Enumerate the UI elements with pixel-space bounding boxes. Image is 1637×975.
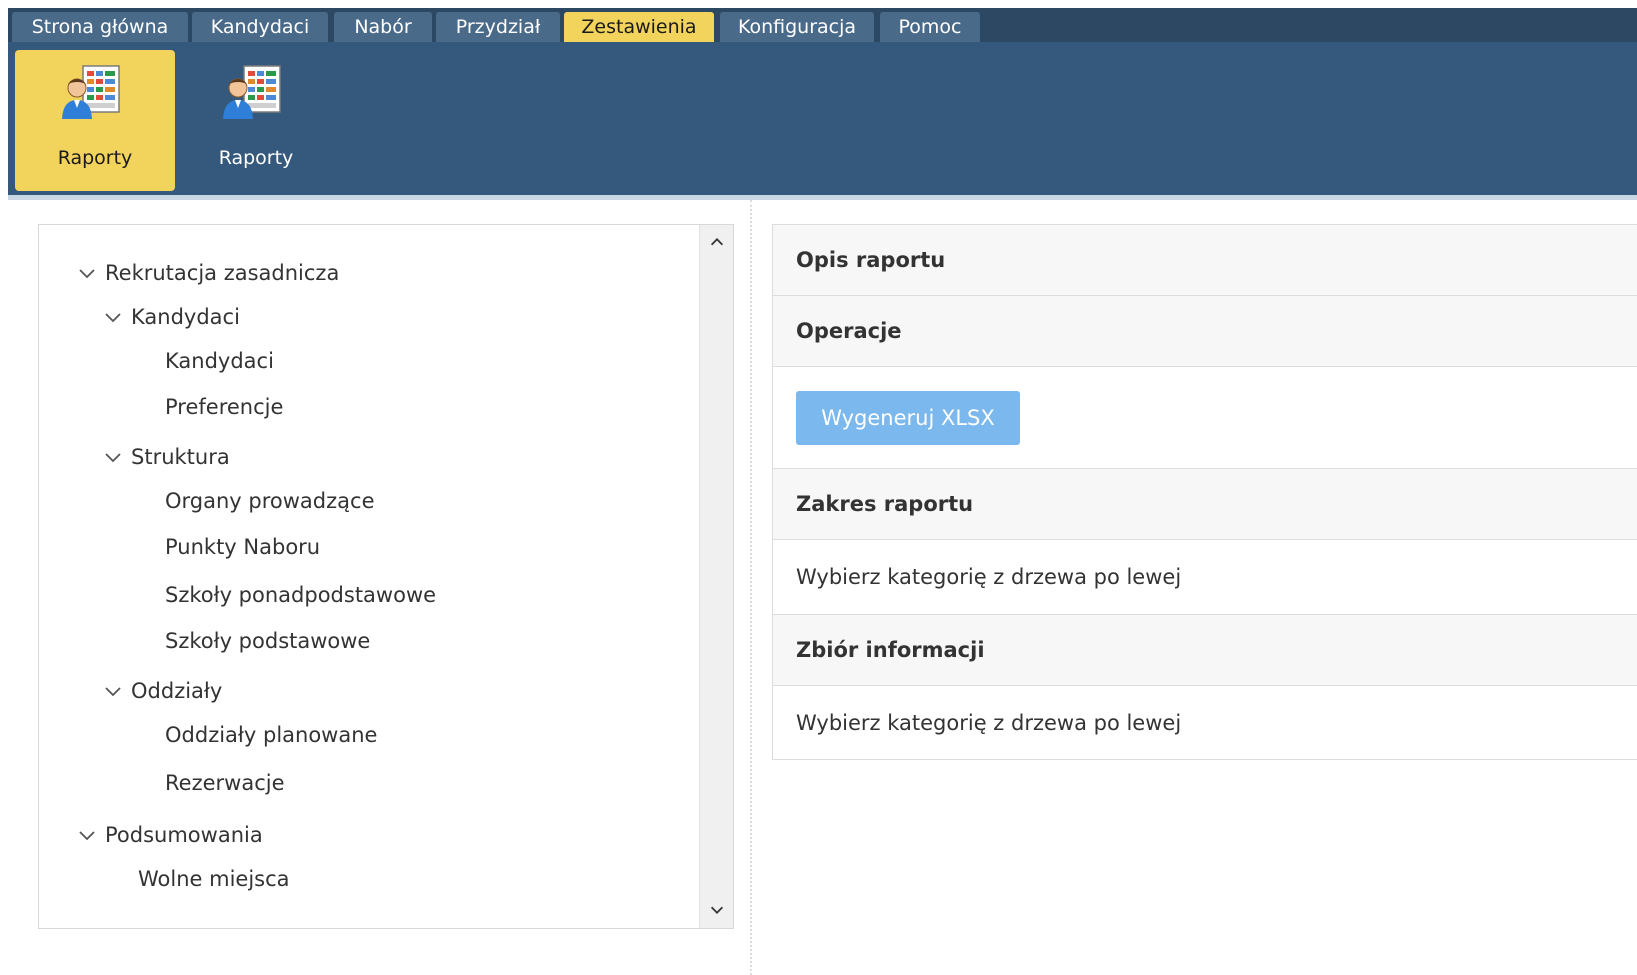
tree-node-label: Punkty Naboru <box>165 535 321 559</box>
chevron-down-icon[interactable] <box>103 308 123 328</box>
chevron-down-icon[interactable] <box>103 682 123 702</box>
ribbon-reports-button-2[interactable]: Raporty <box>176 50 336 191</box>
report-category-tree[interactable]: Rekrutacja zasadnicza Kandydaci Kandydac… <box>38 224 734 929</box>
tree-leaf-wolne-miejsca[interactable]: Wolne miejsca <box>138 865 290 893</box>
operations-header[interactable]: Operacje <box>773 296 1637 367</box>
tree-leaf-preferencje[interactable]: Preferencje <box>165 393 283 421</box>
tree-node-label: Wolne miejsca <box>138 867 290 891</box>
tab-assignment[interactable]: Przydział <box>436 12 560 42</box>
generate-xlsx-button[interactable]: Wygeneruj XLSX <box>796 391 1020 445</box>
report-icon <box>223 65 281 119</box>
tree-node-label: Szkoły ponadpodstawowe <box>165 583 437 607</box>
tree-node-label: Rekrutacja zasadnicza <box>105 261 340 285</box>
app-window: Strona główna Kandydaci Nabór Przydział … <box>8 8 1637 975</box>
info-hint-text: Wybierz kategorię z drzewa po lewej <box>796 711 1182 735</box>
scroll-up-arrow-icon[interactable] <box>700 227 734 257</box>
ribbon-reports-label-2: Raporty <box>218 147 294 169</box>
content-area: Rekrutacja zasadnicza Kandydaci Kandydac… <box>8 200 1637 975</box>
chevron-down-icon[interactable] <box>77 264 97 284</box>
scope-hint-text: Wybierz kategorię z drzewa po lewej <box>796 565 1182 589</box>
info-header[interactable]: Zbiór informacji <box>773 615 1637 686</box>
ribbon-reports-button-1[interactable]: Raporty <box>15 50 175 191</box>
operations-body: Wygeneruj XLSX <box>773 367 1637 469</box>
tree-node-label: Rezerwacje <box>165 771 285 795</box>
tree-node-label: Oddziały planowane <box>165 723 378 747</box>
info-body: Wybierz kategorię z drzewa po lewej <box>773 686 1637 760</box>
description-header[interactable]: Opis raportu <box>773 225 1637 296</box>
tree-leaf-szkoly-ponadpodstawowe[interactable]: Szkoły ponadpodstawowe <box>165 581 436 609</box>
tab-reports[interactable]: Zestawienia <box>564 12 714 42</box>
tree-node-label: Podsumowania <box>105 823 263 847</box>
chevron-down-icon[interactable] <box>103 448 123 468</box>
chevron-down-icon[interactable] <box>77 826 97 846</box>
tree-leaf-kandydaci[interactable]: Kandydaci <box>165 347 274 375</box>
tree-scrollbar[interactable] <box>699 225 733 928</box>
tree-node-label: Organy prowadzące <box>165 489 375 513</box>
tree-node-label: Kandydaci <box>131 305 240 329</box>
scroll-down-arrow-icon[interactable] <box>700 895 734 925</box>
tree-leaf-organy-prowadzace[interactable]: Organy prowadzące <box>165 487 375 515</box>
report-details-panel: Opis raportu Operacje Wygeneruj XLSX Zak… <box>772 224 1637 760</box>
tree-leaf-oddzialy-planowane[interactable]: Oddziały planowane <box>165 721 377 749</box>
tab-configuration[interactable]: Konfiguracja <box>720 12 874 42</box>
tree-node-label: Kandydaci <box>165 349 274 373</box>
tab-recruitment[interactable]: Nabór <box>334 12 432 42</box>
ribbon-toolbar: Raporty Raporty <box>8 42 1637 195</box>
tree-node-podsumowania[interactable]: Podsumowania <box>77 821 263 849</box>
main-tab-bar: Strona główna Kandydaci Nabór Przydział … <box>8 8 1637 42</box>
tree-node-label: Struktura <box>131 445 230 469</box>
tree-leaf-szkoly-podstawowe[interactable]: Szkoły podstawowe <box>165 627 370 655</box>
scope-body: Wybierz kategorię z drzewa po lewej <box>773 540 1637 615</box>
scope-header[interactable]: Zakres raportu <box>773 469 1637 540</box>
report-icon <box>62 65 120 119</box>
tree-node-oddzialy[interactable]: Oddziały <box>103 677 222 705</box>
tab-home[interactable]: Strona główna <box>12 12 188 42</box>
panel-splitter[interactable] <box>750 200 752 975</box>
tab-candidates[interactable]: Kandydaci <box>192 12 328 42</box>
tree-node-label: Szkoły podstawowe <box>165 629 371 653</box>
tree-leaf-punkty-naboru[interactable]: Punkty Naboru <box>165 533 320 561</box>
tree-node-rekrutacja-zasadnicza[interactable]: Rekrutacja zasadnicza <box>77 259 339 287</box>
tree-node-kandydaci-group[interactable]: Kandydaci <box>103 303 240 331</box>
tab-help[interactable]: Pomoc <box>880 12 980 42</box>
ribbon-reports-label-1: Raporty <box>57 147 133 169</box>
tree-node-label: Oddziały <box>131 679 223 703</box>
tree-node-label: Preferencje <box>165 395 284 419</box>
tree-leaf-rezerwacje[interactable]: Rezerwacje <box>165 769 285 797</box>
tree-node-struktura[interactable]: Struktura <box>103 443 230 471</box>
